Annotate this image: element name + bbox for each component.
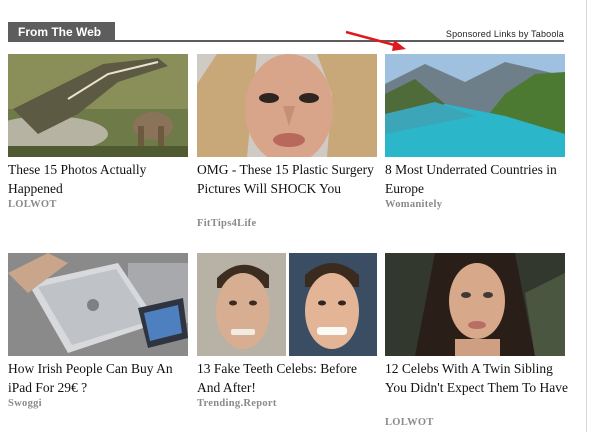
section-title: From The Web (8, 22, 115, 42)
article-source: Swoggi (8, 398, 42, 409)
landscape-thumbnail[interactable] (385, 54, 565, 157)
article-source: Trending.Report (197, 398, 277, 409)
article-source: FitTips4Life (197, 218, 257, 229)
plastic-surgery-thumbnail[interactable] (197, 54, 377, 157)
celebrity-thumbnail[interactable] (197, 253, 377, 356)
article-title[interactable]: 13 Fake Teeth Celebs: Before And After! (197, 360, 381, 397)
sponsored-links-label[interactable]: Sponsored Links by Taboola (446, 29, 564, 39)
ipad-thumbnail[interactable] (8, 253, 188, 356)
frame-border (586, 0, 587, 432)
widget-header: From The Web Sponsored Links by Taboola (8, 22, 564, 51)
article-title[interactable]: These 15 Photos Actually Happened (8, 161, 192, 198)
article-title[interactable]: How Irish People Can Buy An iPad For 29€… (8, 360, 192, 397)
portrait-thumbnail[interactable] (385, 253, 565, 356)
article-title[interactable]: 8 Most Underrated Countries in Europe (385, 161, 569, 198)
crocodile-thumbnail[interactable] (8, 54, 188, 157)
article-source: LOLWOT (385, 417, 434, 428)
article-title[interactable]: OMG - These 15 Plastic Surgery Pictures … (197, 161, 381, 198)
article-source: Womanitely (385, 199, 443, 210)
red-arrow-icon (345, 30, 406, 51)
article-source: LOLWOT (8, 199, 57, 210)
article-title[interactable]: 12 Celebs With A Twin Sibling You Didn't… (385, 360, 569, 397)
